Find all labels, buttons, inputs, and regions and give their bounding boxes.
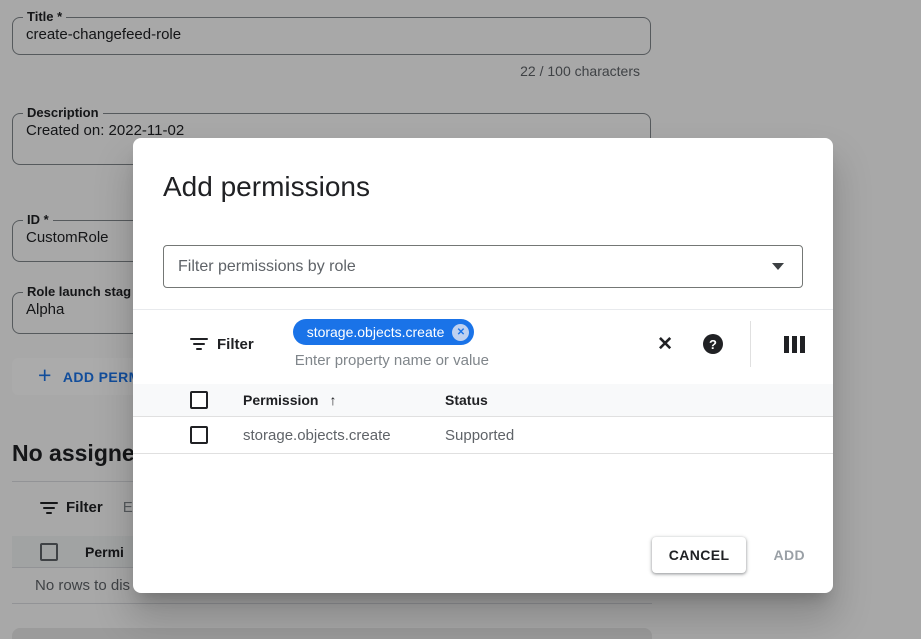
filter-chip-block: storage.objects.create ✕ [293,319,573,369]
dropdown-placeholder: Filter permissions by role [178,258,356,276]
filter-property-input[interactable] [293,352,573,369]
filter-label: Filter [217,336,254,353]
add-permissions-dialog: Add permissions Filter permissions by ro… [133,138,833,593]
toolbar-actions: ✕ ? [657,321,805,367]
add-button[interactable]: ADD [773,547,805,563]
table-header-row: Permission ↑ Status [133,384,833,417]
permission-cell: storage.objects.create [243,427,391,444]
filter-list-icon [190,338,208,350]
permission-column-header[interactable]: Permission [243,392,318,408]
clear-filters-icon[interactable]: ✕ [657,335,673,354]
status-column-header[interactable]: Status [445,392,488,408]
chip-remove-icon[interactable]: ✕ [452,324,469,341]
row-checkbox[interactable] [190,426,208,444]
table-row[interactable]: storage.objects.create Supported [133,417,833,454]
status-cell: Supported [445,427,514,444]
dialog-footer: CANCEL ADD [652,537,805,573]
permissions-table: Permission ↑ Status storage.objects.crea… [133,384,833,454]
column-display-options-icon[interactable] [784,336,805,353]
dialog-title: Add permissions [163,170,803,204]
filter-permissions-by-role-dropdown[interactable]: Filter permissions by role [163,245,803,288]
filter-chip[interactable]: storage.objects.create ✕ [293,319,475,345]
vertical-divider [750,321,751,367]
select-all-checkbox[interactable] [190,391,208,409]
filter-chip-text: storage.objects.create [307,324,445,340]
chevron-down-icon [772,263,784,270]
cancel-button[interactable]: CANCEL [652,537,747,573]
page: Title * create-changefeed-role 22 / 100 … [0,0,921,639]
help-icon[interactable]: ? [703,334,723,354]
permissions-filter-toolbar: Filter storage.objects.create ✕ ✕ ? [133,309,833,377]
sort-ascending-icon[interactable]: ↑ [329,392,336,408]
